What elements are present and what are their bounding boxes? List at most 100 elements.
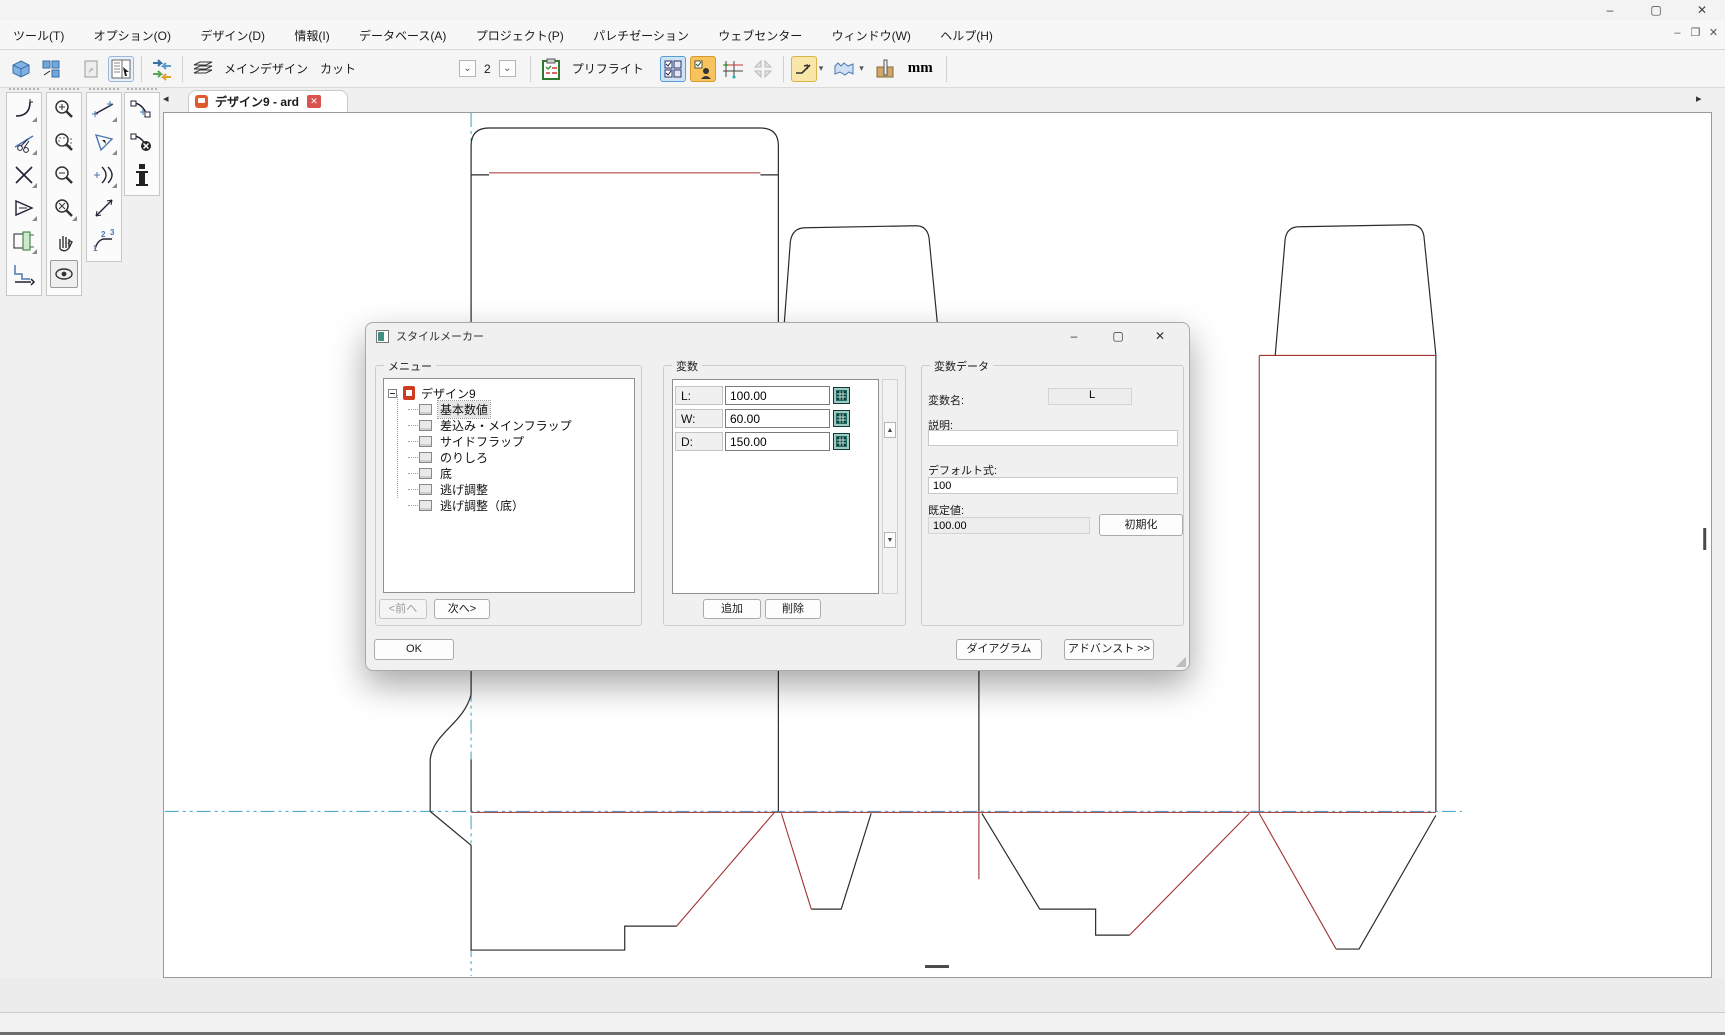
info-icon[interactable] [128,161,156,189]
canvas-hscrollbar-thumb[interactable] [925,965,949,968]
variables-scrollbar[interactable]: ▲ ▼ [882,379,898,594]
formula-calculator-icon[interactable] [833,433,850,450]
pan-hand-icon[interactable] [50,227,78,255]
scale-value[interactable]: 2 [484,62,491,76]
formula-calculator-icon[interactable] [833,387,850,404]
intersect-tool-icon[interactable] [10,161,38,189]
menu-window[interactable]: ウィンドウ(W) [819,20,924,50]
angle-line-dropdown-caret[interactable]: ▾ [819,63,824,74]
canvas-vscrollbar-thumb[interactable] [1703,528,1706,550]
menu-palletization[interactable]: パレチゼーション [580,20,702,50]
menu-project[interactable]: プロジェクト(P) [463,20,577,50]
stretch-tool-icon[interactable] [10,227,38,255]
preflight-label[interactable]: プリフライト [572,60,644,77]
menu-tools[interactable]: ツール(T) [0,20,77,50]
thickness-gauge-icon[interactable] [872,56,898,82]
dialog-close-button[interactable]: ✕ [1139,324,1181,348]
shape-dropdown-caret[interactable]: ▾ [859,63,864,74]
trim-cut-tool-icon[interactable] [10,128,38,156]
description-field[interactable] [928,430,1178,446]
tree-collapse-icon[interactable] [388,389,397,398]
variable-input-W[interactable] [725,409,830,428]
scroll-up-icon[interactable]: ▲ [884,422,896,438]
zoom-window-icon[interactable] [50,128,78,156]
variable-name-L: L: [675,386,723,405]
tree-item-basic-values[interactable]: 基本数値 [408,402,490,417]
3d-cube-icon[interactable] [8,56,34,82]
tree-item-tuck-main-flap[interactable]: 差込み・メインフラップ [408,418,574,433]
menu-info[interactable]: 情報(I) [281,20,342,50]
user-check-toggle-icon[interactable] [690,56,716,82]
scale-dropdown-left[interactable]: ⌄ [459,60,476,77]
tab-scroll-left-icon[interactable]: ◂ [163,92,169,105]
angle-line-tool-icon[interactable] [791,56,817,82]
menu-webcenter[interactable]: ウェブセンター [705,20,815,50]
advanced-button[interactable]: アドバンスト >> [1064,639,1154,660]
scroll-down-icon[interactable]: ▼ [884,532,896,548]
ok-button[interactable]: OK [374,639,454,660]
delete-button[interactable]: 削除 [765,599,821,619]
tree-item-glue-flap[interactable]: のりしろ [408,450,490,465]
formula-calculator-icon[interactable] [833,410,850,427]
menu-help[interactable]: ヘルプ(H) [927,20,1006,50]
measure-line-icon[interactable] [90,194,118,222]
database-browser-icon[interactable] [108,56,134,82]
default-formula-field[interactable] [928,477,1178,494]
window-maximize-button[interactable]: ▢ [1633,0,1679,20]
dialog-maximize-button[interactable]: ▢ [1097,324,1139,348]
double-check-toggle-icon[interactable] [660,56,686,82]
variable-input-L[interactable] [725,386,830,405]
sync-arrows-icon[interactable] [149,56,175,82]
prev-button[interactable]: <前へ [379,599,427,619]
chevron-align-tool-icon[interactable] [10,194,38,222]
corner-step-tool-icon[interactable] [10,260,38,288]
diagram-button[interactable]: ダイアグラム [956,639,1042,660]
bezier-edit-icon[interactable] [128,95,156,123]
reset-button[interactable]: 初期化 [1099,514,1183,536]
document-icon [195,95,208,108]
numbered-curve-icon[interactable]: 123 [90,227,118,255]
layers-icon[interactable] [190,56,216,82]
zoom-reset-icon[interactable] [50,194,78,222]
tree-item-relief-adjust-bottom[interactable]: 逃げ調整（底） [408,498,526,513]
arc-corner-tool-icon[interactable] [10,95,38,123]
cut-layer-label[interactable]: カット [320,60,356,77]
tree-item-bottom[interactable]: 底 [408,466,454,481]
tree-item-relief-adjust[interactable]: 逃げ調整 [408,482,490,497]
menu-options[interactable]: オプション(O) [81,20,184,50]
add-button[interactable]: 追加 [703,599,761,619]
zoom-in-icon[interactable] [50,95,78,123]
menu-design[interactable]: デザイン(D) [187,20,278,50]
arc-three-point-icon[interactable] [90,161,118,189]
window-minimize-button[interactable]: – [1587,0,1633,20]
style-tree[interactable]: デザイン9 基本数値 差込み・メインフラップ サイドフラップ のりしろ 底 [383,378,635,593]
window-close-button[interactable]: ✕ [1679,0,1725,20]
tab-close-button[interactable]: ✕ [307,95,321,108]
line-two-point-icon[interactable] [90,95,118,123]
shape-outline-icon[interactable] [831,56,857,82]
bezier-delete-icon[interactable] [128,128,156,156]
variable-input-D[interactable] [725,432,830,451]
mdi-minimize-icon[interactable]: – [1670,27,1685,39]
next-button[interactable]: 次へ> [434,599,490,619]
tab-design9[interactable]: デザイン9 - ard ✕ [188,90,348,112]
menu-database[interactable]: データベース(A) [346,20,459,50]
zoom-out-icon[interactable] [50,161,78,189]
grid-lines-icon[interactable] [720,56,746,82]
units-label[interactable]: mm [908,60,933,77]
preflight-icon[interactable] [538,56,564,82]
dialog-resize-grip[interactable] [1176,657,1186,667]
tree-root-design9[interactable]: デザイン9 [388,385,476,401]
tree-item-side-flap[interactable]: サイドフラップ [408,434,526,449]
dialog-minimize-button[interactable]: – [1053,324,1095,348]
view-options-eye-icon[interactable] [50,260,78,288]
import-page-icon[interactable] [78,56,104,82]
fit-view-icon[interactable] [750,56,776,82]
mdi-restore-icon[interactable]: ❐ [1688,26,1703,39]
layout-squares-icon[interactable] [38,56,64,82]
mdi-close-icon[interactable]: ✕ [1706,26,1721,39]
cone-tool-icon[interactable] [90,128,118,156]
layer-name-label[interactable]: メインデザイン [224,60,308,77]
tab-scroll-right-icon[interactable]: ▸ [1696,92,1702,105]
scale-dropdown-right[interactable]: ⌄ [499,60,516,77]
